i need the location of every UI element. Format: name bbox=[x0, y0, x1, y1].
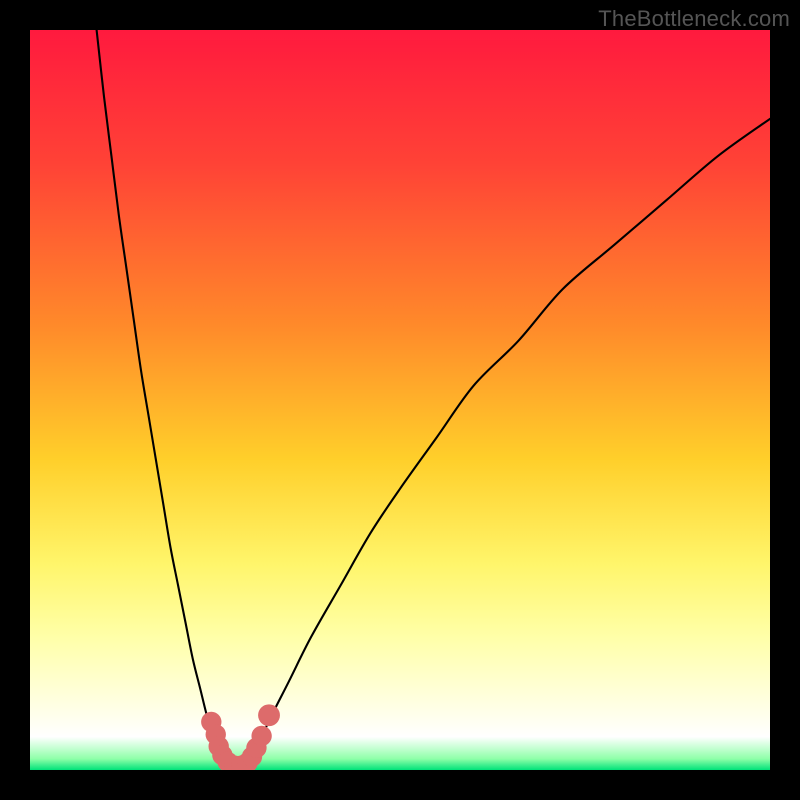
chart-frame: TheBottleneck.com bbox=[0, 0, 800, 800]
marker-dot bbox=[251, 726, 271, 746]
watermark-text: TheBottleneck.com bbox=[598, 6, 790, 32]
chart-plot-area bbox=[30, 30, 770, 770]
marker-dot bbox=[258, 704, 280, 726]
chart-svg bbox=[30, 30, 770, 770]
gradient-background bbox=[30, 30, 770, 770]
